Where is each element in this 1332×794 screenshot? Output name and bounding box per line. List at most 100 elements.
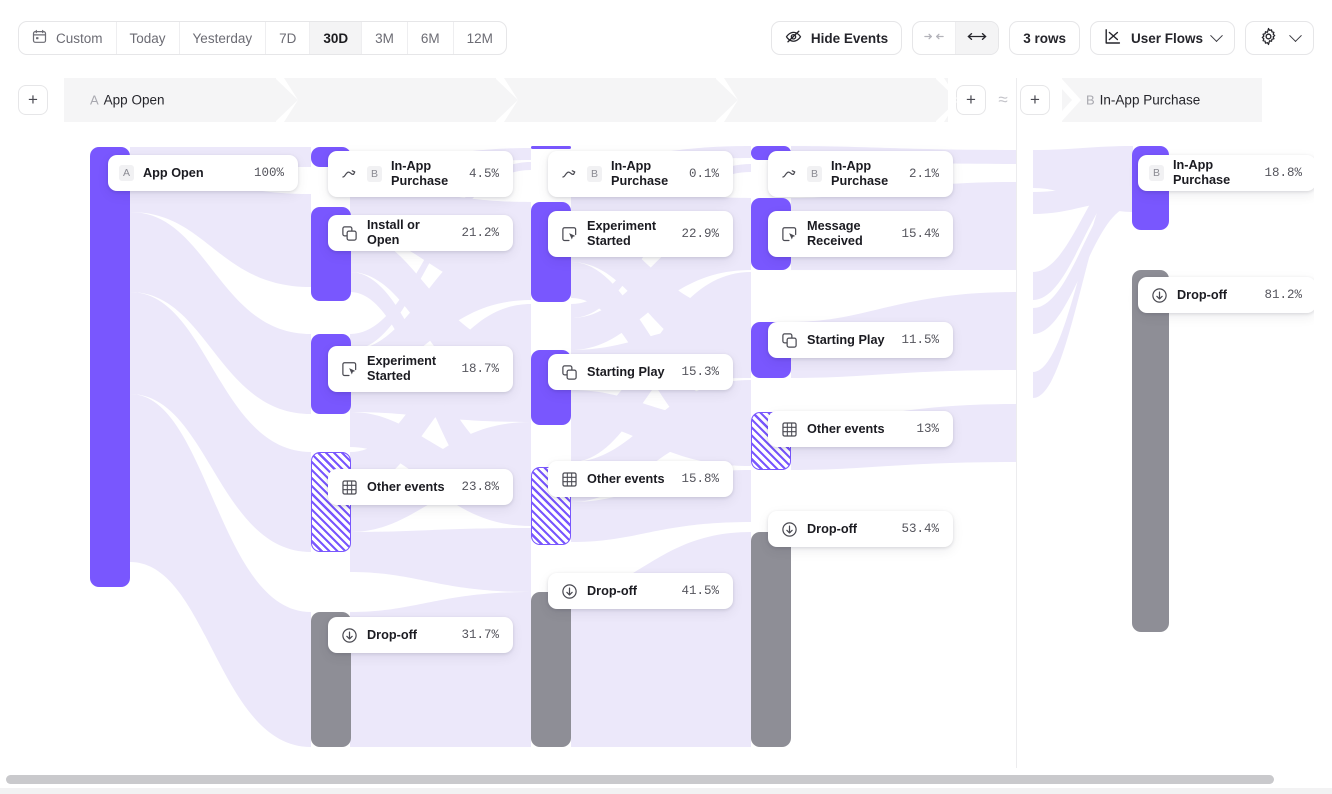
collapse-width-button[interactable] [913,22,956,54]
chart-type-button[interactable]: User Flows [1090,21,1235,55]
add-step-left-button[interactable]: + [18,85,48,115]
node-card-other-events-c4[interactable]: Other events 13% [768,411,953,447]
node-label: Drop-off [1177,288,1254,303]
step-strip-in-app-purchase[interactable]: B In-App Purchase [1062,78,1262,122]
node-badge: B [587,166,602,182]
chart-type-label: User Flows [1131,31,1203,46]
step-notch-5 [1061,78,1081,122]
date-range-today[interactable]: Today [117,22,180,54]
node-value: 31.7% [461,628,499,642]
node-label: In-App Purchase [391,159,459,189]
node-card-in-app-purchase-c4[interactable]: B In-App Purchase 2.1% [768,151,953,197]
node-card-experiment-started-c3[interactable]: Experiment Started 22.9% [548,211,733,257]
step-right-title: B In-App Purchase [1086,93,1200,108]
rows-count-button[interactable]: 3 rows [1009,21,1080,55]
node-value: 11.5% [901,333,939,347]
node-card-drop-off-endpoint[interactable]: Drop-off 81.2% [1138,277,1314,313]
plus-icon: + [1030,90,1040,110]
node-badge: B [367,166,382,182]
node-value: 100% [254,166,284,180]
node-card-experiment-started-c2[interactable]: Experiment Started 18.7% [328,346,513,392]
node-bar-drop-off-endpoint[interactable] [1132,270,1169,632]
settings-button[interactable] [1245,21,1314,55]
node-card-in-app-purchase-endpoint[interactable]: B In-App Purchase 18.8% [1138,155,1314,191]
node-value: 18.7% [461,362,499,376]
panel-divider [1016,78,1017,768]
node-card-message-received[interactable]: Message Received 15.4% [768,211,953,257]
date-range-segmented-control[interactable]: Custom Today Yesterday 7D 30D 3M 6M 12M [18,21,507,55]
node-card-drop-off-c4[interactable]: Drop-off 53.4% [768,511,953,547]
node-value: 41.5% [681,584,719,598]
node-value: 18.8% [1264,166,1302,180]
node-value: 22.9% [681,227,719,241]
step-strip-app-open[interactable]: A App Open [64,78,948,122]
add-step-mid-button[interactable]: + [956,85,986,115]
node-bar-drop-off-c4[interactable] [751,532,791,747]
hide-events-button[interactable]: Hide Events [771,21,902,55]
node-value: 15.3% [681,365,719,379]
node-label: Drop-off [587,584,671,599]
node-card-in-app-purchase-c3[interactable]: B In-App Purchase 0.1% [548,151,733,197]
node-bar-drop-off-c3[interactable] [531,592,571,747]
flow-chart-icon [1104,28,1122,49]
node-card-drop-off-c2[interactable]: Drop-off 31.7% [328,617,513,653]
date-range-6m[interactable]: 6M [408,22,454,54]
node-card-starting-play-c3[interactable]: Starting Play 15.3% [548,354,733,390]
eye-off-icon [785,28,802,48]
node-card-other-events-c2[interactable]: Other events 23.8% [328,469,513,505]
node-card-install-or-open[interactable]: Install or Open 21.2% [328,215,513,251]
sankey-canvas-endpoint: B In-App Purchase 18.8% Drop-off 81.2% [1033,122,1314,768]
flow-ribbons-endpoint [1033,122,1314,768]
trend-icon [779,164,799,184]
width-mode-segmented-control[interactable] [912,21,999,55]
node-value: 81.2% [1264,288,1302,302]
node-value: 23.8% [461,480,499,494]
grid-icon [779,419,799,439]
arrow-down-circle-icon [1149,285,1169,305]
date-range-yesterday[interactable]: Yesterday [180,22,267,54]
date-range-yesterday-label: Yesterday [193,31,253,46]
node-label: Starting Play [807,333,891,348]
node-label: Experiment Started [367,354,451,384]
step-notch-3 [716,78,738,122]
step-notch-4 [936,78,958,122]
chevron-down-icon [1210,29,1223,42]
collapse-horizontal-icon [924,30,944,46]
date-range-30d[interactable]: 30D [310,22,362,54]
horizontal-scrollbar-thumb[interactable] [6,775,1274,784]
date-range-custom[interactable]: Custom [19,22,117,54]
node-label: Other events [367,480,451,495]
node-card-app-open[interactable]: A App Open 100% [108,155,298,191]
node-label: In-App Purchase [1173,158,1254,188]
copy-icon [559,362,579,382]
trend-icon [559,164,579,184]
step-left-badge: A [90,93,99,108]
node-card-other-events-c3[interactable]: Other events 15.8% [548,461,733,497]
step-left-label: App Open [104,93,165,108]
step-right-badge: B [1086,93,1095,108]
date-range-3m[interactable]: 3M [362,22,408,54]
node-card-in-app-purchase-c2[interactable]: B In-App Purchase 4.5% [328,151,513,197]
node-card-starting-play-c4[interactable]: Starting Play 11.5% [768,322,953,358]
add-step-right-button[interactable]: + [1020,85,1050,115]
arrow-down-circle-icon [339,625,359,645]
node-card-drop-off-c3[interactable]: Drop-off 41.5% [548,573,733,609]
chevron-down-icon [1289,29,1302,42]
step-right-label: In-App Purchase [1100,93,1201,108]
node-label: In-App Purchase [831,159,899,189]
plus-icon: + [28,90,38,110]
node-badge: B [807,166,822,182]
node-label: Install or Open [367,218,451,248]
date-range-12m[interactable]: 12M [454,22,506,54]
node-label: Experiment Started [587,219,671,249]
node-value: 53.4% [901,522,939,536]
bottom-edge [0,788,1332,794]
expand-width-button[interactable] [956,22,998,54]
node-value: 4.5% [469,167,499,181]
date-range-7d[interactable]: 7D [266,22,310,54]
node-bar-in-app-purchase-c3[interactable] [531,146,571,149]
copy-icon [779,330,799,350]
node-bar-app-open[interactable] [90,147,130,587]
date-range-custom-label: Custom [56,31,103,46]
hide-events-label: Hide Events [811,31,888,46]
